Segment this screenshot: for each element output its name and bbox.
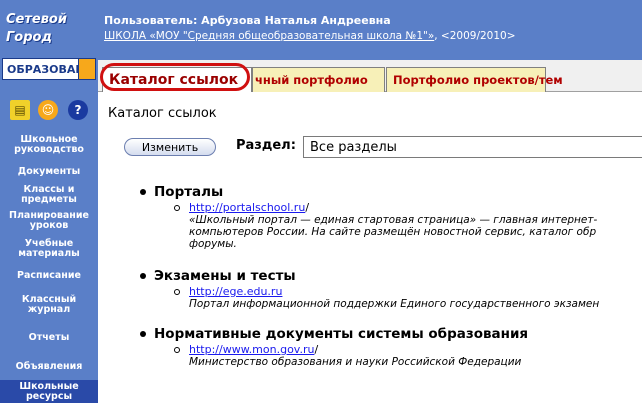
sidebar: Сетевой Город ОБРАЗОВАНИ ▤ ☺ ? Школьное …	[0, 0, 98, 403]
header: Пользователь: Арбузова Наталья Андреевна…	[98, 0, 642, 60]
sidebar-item-announcements[interactable]: Объявления	[0, 354, 98, 380]
link-url[interactable]: http://portalschool.ru	[189, 201, 305, 214]
link-row: http://portalschool.ru /	[174, 201, 642, 214]
link-group: Экзамены и тесты http://ege.edu.ru Порта…	[140, 268, 642, 310]
link-description: Министерство образования и науки Российс…	[189, 356, 522, 368]
link-group: Порталы http://portalschool.ru / «Школьны…	[140, 184, 642, 250]
sidebar-item-journal[interactable]: Классный журнал	[0, 288, 98, 322]
school-info: ШКОЛА «МОУ "Средняя общеобразовательная …	[104, 30, 516, 42]
bullet-icon	[140, 331, 146, 337]
sidebar-item-classes[interactable]: Классы и предметы	[0, 182, 98, 208]
bullet-icon	[140, 273, 146, 279]
page-title: Каталог ссылок	[108, 106, 217, 121]
book-icon[interactable]: ▤	[10, 100, 30, 120]
bullet-icon	[140, 189, 146, 195]
school-year: , <2009/2010>	[434, 30, 516, 42]
sidebar-item-management[interactable]: Школьное руководство	[0, 128, 98, 162]
group-title-text: Нормативные документы системы образовани…	[154, 326, 529, 342]
tab-bar: чный портфолио Портфолио проектов/тем Ка…	[98, 60, 642, 92]
link-url[interactable]: http://ege.edu.ru	[189, 285, 282, 298]
edit-button[interactable]: Изменить	[124, 138, 216, 156]
tab-personal-portfolio[interactable]: чный портфолио	[252, 67, 385, 92]
sidebar-item-resources[interactable]: Школьные ресурсы	[0, 380, 98, 403]
sidebar-nav: Школьное руководство Документы Классы и …	[0, 128, 98, 403]
circle-bullet-icon	[174, 346, 180, 353]
tab-project-portfolio[interactable]: Портфолио проектов/тем	[386, 67, 563, 92]
link-description: компьютеров России. На сайте размещён но…	[189, 226, 597, 238]
help-icon[interactable]: ?	[68, 100, 88, 120]
group-title: Нормативные документы системы образовани…	[140, 326, 642, 342]
link-url[interactable]: http://www.mon.gov.ru	[189, 343, 314, 356]
user-name: Пользователь: Арбузова Наталья Андреевна	[104, 14, 391, 27]
sidebar-item-documents[interactable]: Документы	[0, 162, 98, 182]
sidebar-item-schedule[interactable]: Расписание	[0, 264, 98, 288]
logo-text-1: Сетевой	[6, 12, 67, 27]
school-link[interactable]: ШКОЛА «МОУ "Средняя общеобразовательная …	[104, 30, 434, 42]
highlight-ring	[100, 63, 250, 91]
site-logo[interactable]: Сетевой Город ОБРАЗОВАНИ	[2, 4, 96, 92]
sidebar-item-materials[interactable]: Учебные материалы	[0, 234, 98, 264]
link-row: http://ege.edu.ru	[174, 285, 642, 298]
group-title-text: Экзамены и тесты	[154, 268, 296, 284]
group-title-text: Порталы	[154, 184, 224, 200]
section-select[interactable]: Все разделы	[303, 136, 642, 158]
link-group: Нормативные документы системы образовани…	[140, 326, 642, 368]
sidebar-icon-row: ▤ ☺ ?	[8, 100, 92, 122]
link-description: «Школьный портал — единая стартовая стра…	[189, 214, 598, 226]
group-title: Порталы	[140, 184, 642, 200]
link-row: http://www.mon.gov.ru /	[174, 343, 642, 356]
sidebar-item-reports[interactable]: Отчеты	[0, 322, 98, 354]
main-content: Каталог ссылок Изменить Раздел: Все разд…	[98, 92, 642, 403]
circle-bullet-icon	[174, 204, 180, 211]
people-icon[interactable]: ☺	[38, 100, 58, 120]
circle-bullet-icon	[174, 288, 180, 295]
link-description: Портал информационной поддержки Единого …	[189, 298, 600, 310]
link-description: форумы.	[189, 238, 237, 250]
group-title: Экзамены и тесты	[140, 268, 642, 284]
section-label: Раздел:	[236, 138, 296, 153]
sidebar-item-planning[interactable]: Планирование уроков	[0, 208, 98, 234]
logo-accent	[78, 58, 96, 80]
logo-text-2: Город	[6, 30, 52, 45]
